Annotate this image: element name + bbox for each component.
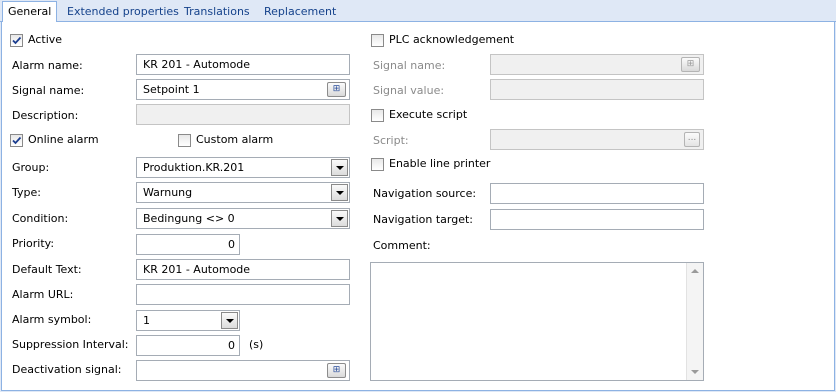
navigation-target-input[interactable]	[490, 209, 704, 230]
custom-alarm-checkbox[interactable]	[178, 134, 191, 147]
plc-signal-value-input	[490, 79, 704, 100]
plc-signal-name-input: ⊞	[490, 54, 704, 75]
default-text-label: Default Text:	[12, 263, 82, 276]
signal-picker-icon[interactable]: ⊞	[327, 82, 346, 97]
alarm-name-label: Alarm name:	[12, 59, 83, 72]
chevron-down-icon[interactable]	[221, 312, 238, 329]
signal-name-label: Signal name:	[12, 84, 85, 97]
suppression-interval-input[interactable]: 0	[136, 335, 240, 356]
group-label: Group:	[12, 161, 50, 174]
navigation-target-label: Navigation target:	[373, 213, 473, 226]
suppression-unit-label: (s)	[249, 338, 264, 351]
alarm-symbol-label: Alarm symbol:	[12, 313, 92, 326]
description-label: Description:	[12, 109, 79, 122]
alarm-symbol-select[interactable]: 1	[136, 310, 240, 331]
enable-line-printer-label: Enable line printer	[389, 157, 491, 170]
tab-extended-properties[interactable]: Extended properties	[62, 2, 184, 22]
signal-name-value: Setpoint 1	[143, 83, 200, 96]
navigation-source-label: Navigation source:	[373, 187, 477, 200]
script-label: Script:	[373, 134, 409, 147]
execute-script-checkbox[interactable]	[371, 109, 384, 122]
enable-line-printer-checkbox[interactable]	[371, 158, 384, 171]
chevron-down-icon[interactable]	[331, 210, 348, 227]
active-checkbox[interactable]	[10, 34, 23, 47]
condition-label: Condition:	[12, 212, 69, 225]
comment-textarea[interactable]	[370, 262, 704, 381]
checkmark-icon	[12, 136, 22, 145]
type-label: Type:	[12, 186, 41, 199]
priority-label: Priority:	[12, 237, 55, 250]
deactivation-signal-input[interactable]: ⊞	[136, 360, 350, 381]
default-text-input[interactable]: KR 201 - Automode	[136, 259, 350, 280]
execute-script-label: Execute script	[389, 108, 468, 121]
type-select[interactable]: Warnung	[136, 182, 350, 203]
priority-input[interactable]: 0	[136, 234, 240, 255]
tab-replacement[interactable]: Replacement	[259, 2, 341, 22]
chevron-down-icon[interactable]	[331, 159, 348, 176]
plc-acknowledgement-checkbox[interactable]	[371, 34, 384, 47]
plc-signal-name-label: Signal name:	[373, 59, 446, 72]
scroll-down-icon[interactable]	[691, 370, 699, 374]
tab-strip: General Extended properties Translations…	[0, 0, 836, 23]
online-alarm-label: Online alarm	[28, 133, 99, 146]
active-label: Active	[28, 33, 63, 46]
script-input: ...	[490, 129, 704, 150]
condition-select[interactable]: Bedingung <> 0	[136, 208, 350, 229]
tab-general[interactable]: General	[2, 1, 58, 23]
suppression-interval-label: Suppression Interval:	[12, 338, 129, 351]
plc-acknowledgement-label: PLC acknowledgement	[389, 33, 515, 46]
alarm-name-input[interactable]: KR 201 - Automode	[136, 54, 350, 75]
alarm-symbol-value: 1	[143, 314, 150, 327]
custom-alarm-label: Custom alarm	[196, 133, 274, 146]
description-input	[136, 104, 350, 125]
group-select[interactable]: Produktion.KR.201	[136, 157, 350, 178]
browse-script-button: ...	[684, 132, 700, 147]
checkmark-icon	[12, 36, 22, 45]
scroll-up-icon[interactable]	[691, 269, 699, 273]
alarm-url-label: Alarm URL:	[12, 288, 74, 301]
group-value: Produktion.KR.201	[143, 161, 245, 174]
alarm-url-input[interactable]	[136, 284, 350, 305]
chevron-down-icon[interactable]	[331, 184, 348, 201]
navigation-source-input[interactable]	[490, 183, 704, 204]
deactivation-signal-label: Deactivation signal:	[12, 363, 122, 376]
signal-name-input[interactable]: Setpoint 1 ⊞	[136, 79, 350, 100]
type-value: Warnung	[143, 186, 193, 199]
tab-translations[interactable]: Translations	[179, 2, 255, 22]
plc-signal-value-label: Signal value:	[373, 84, 445, 97]
condition-value: Bedingung <> 0	[143, 212, 235, 225]
comment-label: Comment:	[373, 239, 431, 252]
comment-scrollbar[interactable]	[686, 263, 703, 380]
signal-picker-icon[interactable]: ⊞	[327, 363, 346, 378]
online-alarm-checkbox[interactable]	[10, 134, 23, 147]
signal-picker-icon: ⊞	[681, 57, 700, 72]
